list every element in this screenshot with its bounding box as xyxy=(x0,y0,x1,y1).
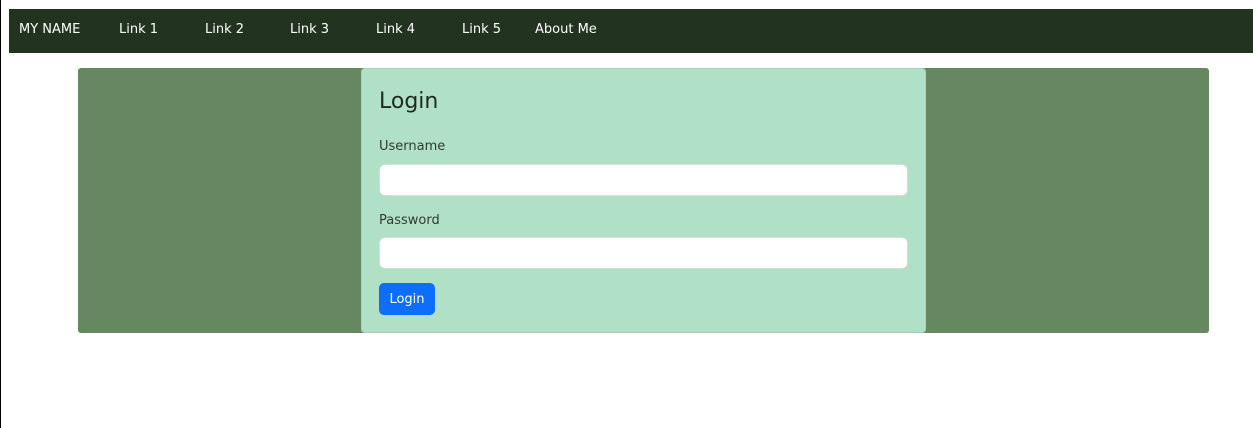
username-label: Username xyxy=(379,139,446,154)
nav-link-4[interactable]: Link 4 xyxy=(376,22,415,37)
password-input[interactable] xyxy=(379,237,908,269)
nav-link-1[interactable]: Link 1 xyxy=(119,22,158,37)
page: MY NAME Link 1 Link 2 Link 3 Link 4 Link… xyxy=(0,0,1253,428)
login-card: Login Username Password Login xyxy=(361,68,926,333)
password-label: Password xyxy=(379,213,440,228)
nav-link-5[interactable]: Link 5 xyxy=(462,22,501,37)
nav-link-about-me[interactable]: About Me xyxy=(535,22,597,37)
nav-link-3[interactable]: Link 3 xyxy=(290,22,329,37)
top-navbar: MY NAME Link 1 Link 2 Link 3 Link 4 Link… xyxy=(9,9,1253,53)
nav-brand[interactable]: MY NAME xyxy=(19,22,80,37)
login-button[interactable]: Login xyxy=(379,283,435,315)
login-title: Login xyxy=(379,89,439,114)
username-input[interactable] xyxy=(379,164,908,196)
nav-link-2[interactable]: Link 2 xyxy=(205,22,244,37)
